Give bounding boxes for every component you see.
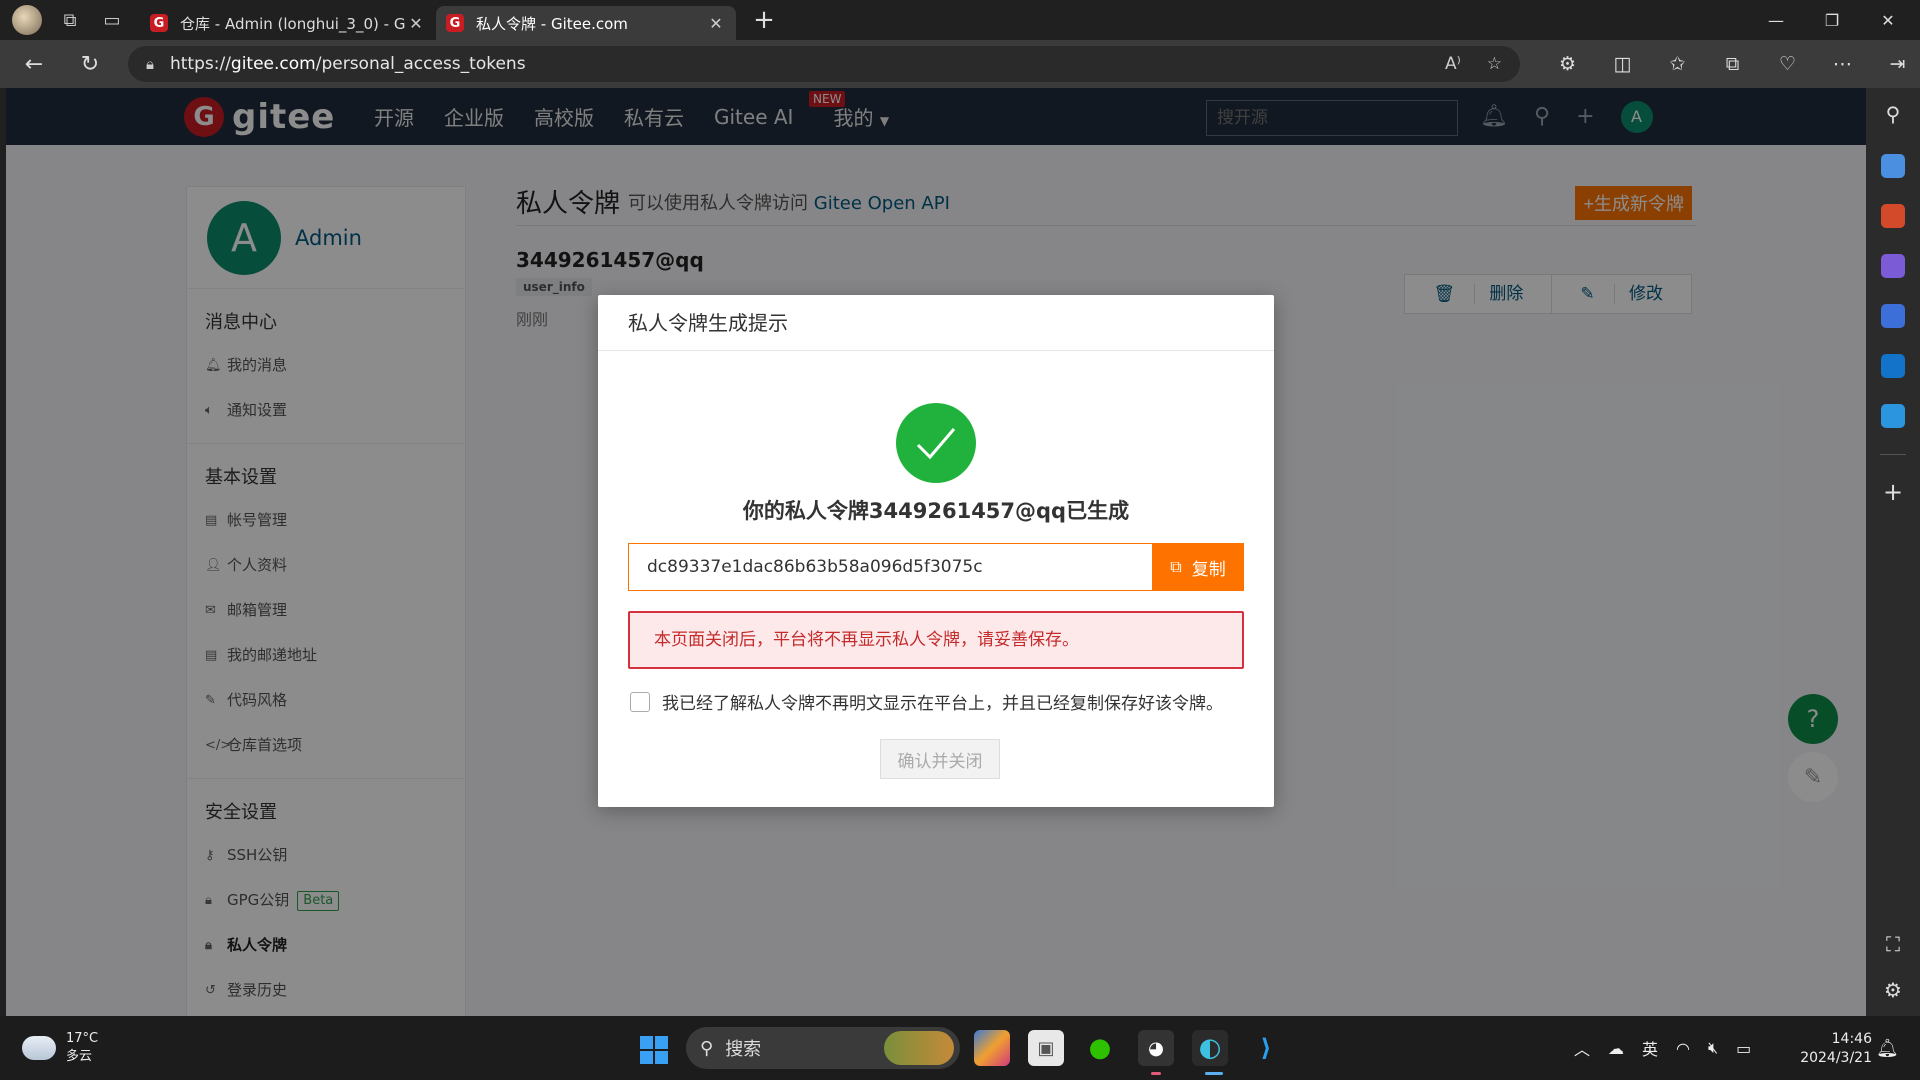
tab-personal-access-tokens[interactable]: G 私人令牌 - Gitee.com ✕ [436,6,736,40]
sidebar-divider [1880,454,1906,455]
taskbar-clock[interactable]: 14:46 2024/3/21 [1796,1030,1872,1068]
onedrive-cloud-icon[interactable]: ☁ [1608,1039,1624,1058]
minimize-icon[interactable]: — [1748,11,1804,30]
weather-text: 17°C 多云 [66,1030,98,1066]
more-options-icon[interactable]: ⋯ [1815,53,1870,75]
copy-icon: ⧉ [1170,557,1182,576]
app-active-indicator [1205,1072,1223,1075]
file-explorer-icon[interactable]: ▣ [1028,1030,1064,1066]
tab-repositories[interactable]: G 仓库 - Admin (longhui_3_0) - Gitee ✕ [140,6,436,40]
wifi-icon[interactable]: ◠ [1676,1039,1690,1058]
muted-speaker-icon[interactable]: 🔇︎ [1708,1038,1718,1058]
profile-avatar[interactable] [12,5,42,35]
warning-alert: 本页面关闭后，平台将不再显示私人令牌，请妥善保存。 [628,611,1244,669]
system-tray: ︿ ☁ 英 ◠ 🔇︎ ▭ [1574,1016,1751,1080]
taskbar-search[interactable]: ⚲ 搜索 [686,1027,960,1069]
page-viewport: G gitee 开源 企业版 高校版 私有云 Gitee AI NEW 我的 ▼ … [6,88,1866,1016]
add-icon[interactable]: + [1866,478,1920,506]
tab-title: 私人令牌 - Gitee.com [476,14,628,33]
settings-gear-icon[interactable]: ⚙ [1866,978,1920,1002]
confirm-close-button[interactable]: 确认并关闭 [880,739,1000,779]
games-icon[interactable] [1881,254,1905,278]
sidebar-toggle-icon[interactable]: ⇥ [1870,53,1920,75]
wechat-icon[interactable]: ● [1082,1030,1118,1066]
token-value-input[interactable] [628,543,1152,591]
gitee-favicon-icon: G [446,14,464,32]
token-generated-modal: 私人令牌生成提示 你的私人令牌3449261457@qq已生成 ⧉ 复制 本页面关… [598,295,1274,807]
modal-title: 私人令牌生成提示 [598,295,1274,351]
acknowledge-row: 我已经了解私人令牌不再明文显示在平台上，并且已经复制保存好该令牌。 [630,689,1223,714]
address-bar[interactable]: 🔒︎ https://gitee.com/personal_access_tok… [128,46,1520,82]
browser-tab-bar: ⧉ ▭ G 仓库 - Admin (longhui_3_0) - Gitee ✕… [0,0,1920,40]
copy-button[interactable]: ⧉ 复制 [1152,543,1244,591]
windows-start-icon[interactable] [640,1036,668,1064]
read-aloud-icon[interactable]: A⁾ [1445,54,1461,74]
tab-title: 仓库 - Admin (longhui_3_0) - Gitee [180,14,406,33]
copy-label: 复制 [1191,559,1226,580]
weather-condition: 多云 [66,1049,93,1064]
back-icon[interactable]: ← [12,52,56,77]
lock-icon[interactable]: 🔒︎ [146,55,154,73]
tab-close-icon[interactable]: ✕ [706,14,726,33]
weather-widget[interactable]: 17°C 多云 [18,1030,98,1066]
new-tab-button[interactable]: + [744,5,784,35]
app-running-indicator [1151,1072,1161,1075]
screenshot-icon[interactable]: ⛶ [1866,932,1920,956]
window-controls: — ❐ ✕ [1748,0,1916,40]
acknowledge-checkbox[interactable] [630,691,650,712]
workspaces-icon[interactable]: ⧉ [54,4,86,36]
modal-message: 你的私人令牌3449261457@qq已生成 [742,499,1130,523]
extensions-icon[interactable]: ⚙ [1540,53,1595,75]
close-window-icon[interactable]: ✕ [1860,11,1916,30]
browser-essentials-icon[interactable]: ♡ [1760,53,1815,75]
notification-bell-icon[interactable]: 🔔︎ [1876,1038,1899,1059]
temperature: 17°C [66,1031,99,1046]
split-screen-icon[interactable]: ◫ [1595,53,1650,75]
favorites-icon[interactable]: ✩ [1650,53,1705,75]
address-toolbar: ← ↻ 🔒︎ https://gitee.com/personal_access… [0,40,1920,88]
windows-taskbar: 17°C 多云 ⚲ 搜索 ▣ ● ◕ ◐ ⟩ ︿ ☁ 英 ◠ 🔇︎ ▭ 14:4… [0,1016,1920,1080]
address-bar-actions: A⁾ ☆ [1445,46,1502,82]
copilot-pre-icon[interactable] [974,1030,1010,1066]
token-copy-row: ⧉ 复制 [628,543,1244,591]
toolbox-icon[interactable] [1881,204,1905,228]
clock-date: 2024/3/21 [1800,1050,1872,1066]
clock-time: 14:46 [1831,1031,1872,1047]
edge-browser-icon[interactable]: ◐ [1192,1030,1228,1066]
url-text: https://gitee.com/personal_access_tokens [169,54,526,74]
qq-icon[interactable]: ◕ [1138,1030,1174,1066]
collections-icon[interactable]: ⧉ [1705,53,1760,75]
battery-icon[interactable]: ▭ [1736,1039,1751,1058]
search-highlight-image [884,1031,954,1065]
edge-sidebar: ⚲ + ⛶ ⚙ [1866,88,1920,1016]
search-icon: ⚲ [700,1037,714,1059]
favorite-star-icon[interactable]: ☆ [1487,54,1502,74]
search-icon[interactable]: ⚲ [1866,102,1920,126]
chevron-up-icon[interactable]: ︿ [1574,1036,1590,1060]
vscode-icon[interactable]: ⟩ [1248,1030,1284,1066]
refresh-icon[interactable]: ↻ [68,52,112,77]
browser-toolbar: ⚙ ◫ ✩ ⧉ ♡ ⋯ ⇥ [1540,40,1920,88]
copilot-icon[interactable] [1881,304,1905,328]
gitee-favicon-icon: G [150,14,168,32]
cloudy-weather-icon [18,1030,56,1060]
acknowledge-label[interactable]: 我已经了解私人令牌不再明文显示在平台上，并且已经复制保存好该令牌。 [662,689,1223,714]
taskbar-search-label: 搜索 [725,1039,762,1060]
success-check-icon [896,403,976,483]
shopping-tag-icon[interactable] [1881,154,1905,178]
tab-actions-icon[interactable]: ▭ [96,4,128,36]
restore-icon[interactable]: ❐ [1804,11,1860,30]
ime-indicator[interactable]: 英 [1642,1036,1658,1060]
send-icon[interactable] [1881,404,1905,428]
tab-close-icon[interactable]: ✕ [406,14,426,33]
outlook-icon[interactable] [1881,354,1905,378]
